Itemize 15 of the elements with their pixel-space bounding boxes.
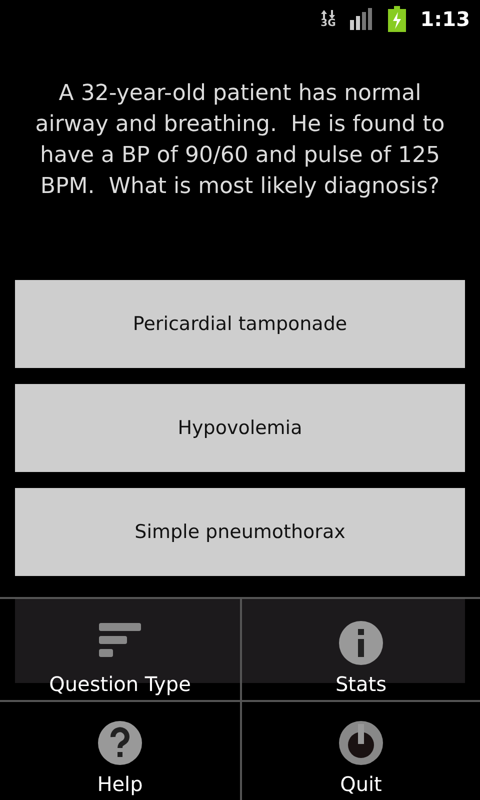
clock: 1:13 xyxy=(420,7,470,31)
answer-button[interactable]: Simple pneumothorax xyxy=(15,488,465,576)
help-icon xyxy=(97,720,143,766)
data-indicator: 3G xyxy=(320,10,336,28)
menu-item[interactable]: Stats xyxy=(240,599,480,700)
menu-item[interactable]: Quit xyxy=(240,700,480,800)
question-text: A 32-year-old patient has normal airway and breathing. He is found to have a BP of 90/60 and pulse of 125 BPM. What is most likely diagnosis? xyxy=(34,80,446,201)
menu-item[interactable]: Help xyxy=(0,700,240,800)
info-icon xyxy=(338,620,384,666)
signal-icon xyxy=(350,8,374,30)
answer-button[interactable]: Pericardial tamponade xyxy=(15,280,465,368)
power-icon xyxy=(338,720,384,766)
menu-item[interactable]: Question Type xyxy=(0,599,240,700)
answer-button[interactable]: Hypovolemia xyxy=(15,384,465,472)
battery-charging-icon xyxy=(388,6,406,32)
